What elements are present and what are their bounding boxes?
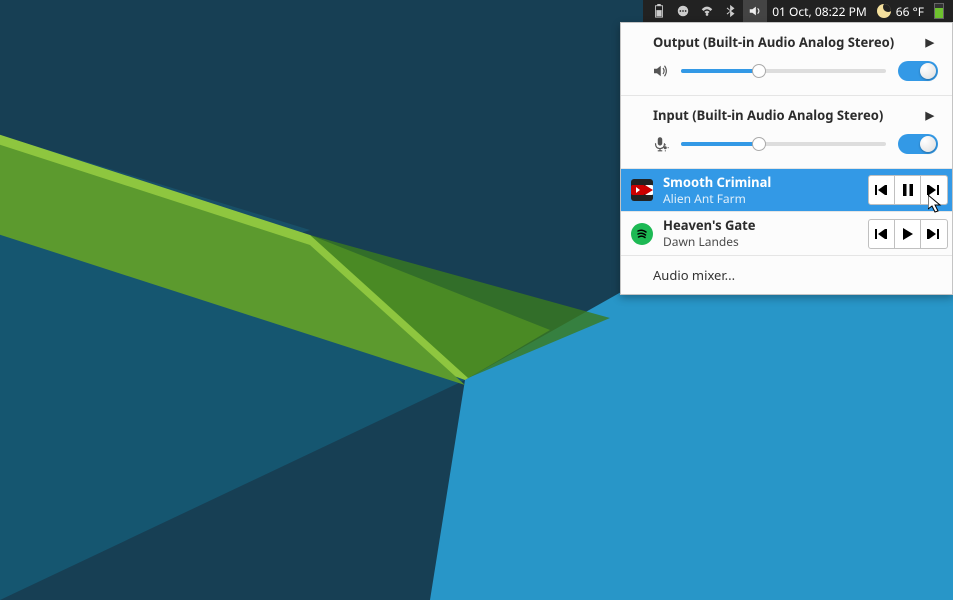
menu-icon[interactable]: [671, 0, 695, 22]
wifi-icon[interactable]: [695, 0, 719, 22]
mouse-cursor: [928, 195, 944, 215]
chevron-right-icon: ▶: [926, 35, 936, 50]
previous-button[interactable]: [869, 220, 895, 248]
panel-weather[interactable]: 66 °F: [896, 0, 929, 22]
media-player-row[interactable]: Smooth Criminal Alien Ant Farm: [621, 168, 952, 211]
youtube-icon: [631, 179, 653, 201]
input-toggle[interactable]: [898, 134, 938, 154]
track-title: Smooth Criminal: [663, 174, 858, 191]
next-button[interactable]: [921, 220, 947, 248]
track-title: Heaven's Gate: [663, 217, 858, 234]
previous-button[interactable]: [869, 176, 895, 204]
input-volume-slider[interactable]: [681, 142, 886, 146]
track-artist: Dawn Landes: [663, 234, 858, 250]
output-toggle[interactable]: [898, 61, 938, 81]
battery-indicator[interactable]: [929, 0, 949, 22]
output-header[interactable]: Output (Built-in Audio Analog Stereo) ▶: [621, 23, 952, 55]
bluetooth-icon[interactable]: [719, 0, 743, 22]
speaker-icon: [651, 62, 669, 80]
track-info: Heaven's Gate Dawn Landes: [663, 217, 858, 249]
chevron-right-icon: ▶: [926, 108, 936, 123]
track-artist: Alien Ant Farm: [663, 191, 858, 207]
output-label: Output (Built-in Audio Analog Stereo): [653, 33, 894, 51]
weather-icon[interactable]: [872, 0, 896, 22]
spotify-icon: [631, 223, 653, 245]
output-volume-slider[interactable]: [681, 69, 886, 73]
top-panel: 01 Oct, 08:22 PM 66 °F: [643, 0, 953, 22]
pause-button[interactable]: [895, 176, 921, 204]
microphone-icon: [651, 135, 669, 153]
play-button[interactable]: [895, 220, 921, 248]
volume-panel-icon[interactable]: [743, 0, 767, 22]
input-header[interactable]: Input (Built-in Audio Analog Stereo) ▶: [621, 95, 952, 128]
panel-datetime[interactable]: 01 Oct, 08:22 PM: [767, 0, 872, 22]
input-label: Input (Built-in Audio Analog Stereo): [653, 106, 883, 124]
track-info: Smooth Criminal Alien Ant Farm: [663, 174, 858, 206]
media-controls: [868, 219, 948, 249]
battery-icon[interactable]: [647, 0, 671, 22]
volume-popup: Output (Built-in Audio Analog Stereo) ▶ …: [620, 22, 953, 295]
audio-mixer-link[interactable]: Audio mixer...: [621, 255, 952, 294]
output-slider-row: [621, 55, 952, 95]
media-player-row[interactable]: Heaven's Gate Dawn Landes: [621, 211, 952, 254]
input-slider-row: [621, 128, 952, 168]
